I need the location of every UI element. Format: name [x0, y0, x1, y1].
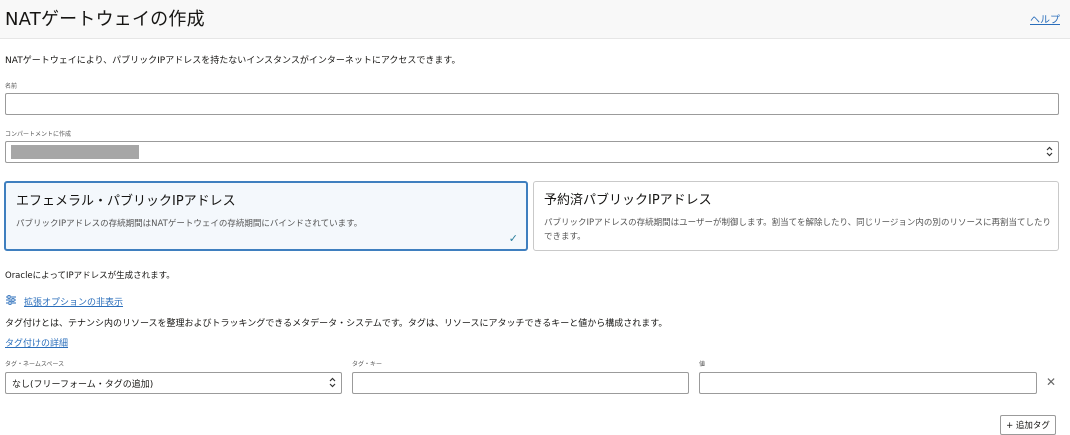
ip-generation-note: OracleによってIPアドレスが生成されます。: [5, 271, 175, 281]
tag-key-label: タグ・キー: [352, 361, 383, 368]
compartment-value-redacted: [11, 145, 139, 159]
tag-namespace-value: なし(フリーフォーム・タグの追加): [12, 379, 154, 390]
compartment-label: コンパートメントに作成: [5, 131, 72, 138]
chevron-up-down-icon: [329, 377, 336, 388]
help-link[interactable]: ヘルプ: [1030, 11, 1060, 26]
tag-value-label: 値: [699, 361, 706, 368]
reserved-ip-option-description: パブリックIPアドレスの存続期間はユーザーが制御します。割当てを解除したり、同じ…: [544, 218, 1052, 242]
reserved-ip-option-card[interactable]: 予約済パブリックIPアドレス パブリックIPアドレスの存続期間はユーザーが制御し…: [533, 181, 1059, 251]
compartment-select[interactable]: [5, 141, 1059, 163]
page-description: NATゲートウェイにより、パブリックIPアドレスを持たないインスタンスがインター…: [5, 56, 461, 66]
remove-tag-close-icon[interactable]: ✕: [1046, 375, 1056, 389]
tagging-description: タグ付けとは、テナンシ内のリソースを整理およびトラッキングできるメタデータ・シス…: [5, 319, 668, 329]
page-title: NATゲートウェイの作成: [5, 9, 205, 30]
tag-value-input[interactable]: [699, 372, 1037, 394]
sliders-icon: [6, 295, 16, 305]
tagging-details-link[interactable]: タグ付けの詳細: [5, 336, 68, 349]
ephemeral-ip-option-card[interactable]: エフェメラル・パブリックIPアドレス パブリックIPアドレスの存続期間はNATゲ…: [4, 181, 528, 251]
add-tag-button[interactable]: + 追加タグ: [1000, 415, 1056, 435]
page-header: NATゲートウェイの作成 ヘルプ: [0, 0, 1070, 39]
name-label: 名前: [5, 83, 18, 90]
reserved-ip-option-title: 予約済パブリックIPアドレス: [544, 193, 712, 208]
name-input[interactable]: [5, 93, 1059, 115]
hide-advanced-options-link[interactable]: 拡張オプションの非表示: [24, 295, 123, 308]
ephemeral-ip-option-description: パブリックIPアドレスの存続期間はNATゲートウェイの存続期間にバインドされてい…: [16, 219, 363, 229]
tag-namespace-label: タグ・ネームスペース: [5, 361, 65, 368]
tag-key-input[interactable]: [352, 372, 689, 394]
ephemeral-ip-option-title: エフェメラル・パブリックIPアドレス: [16, 194, 236, 209]
chevron-up-down-icon: [1046, 146, 1053, 157]
tag-namespace-select[interactable]: なし(フリーフォーム・タグの追加): [5, 372, 342, 394]
checkmark-icon: ✓: [508, 232, 518, 245]
